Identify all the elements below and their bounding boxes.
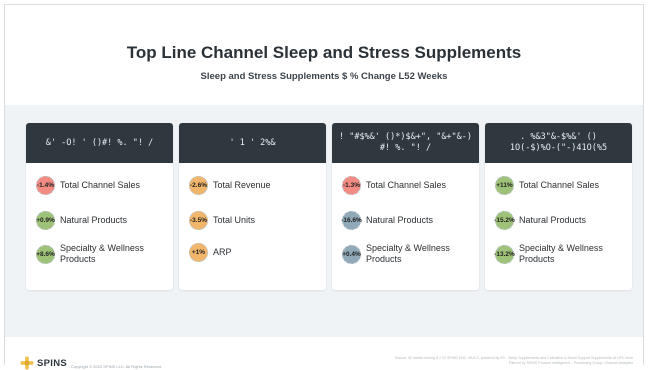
change-badge: +0.9% <box>36 211 55 230</box>
metric-row: -3.5% Total Units <box>189 211 322 230</box>
footer: SPINS Copyright © 2022 SPINS LLC. All Ri… <box>5 337 643 370</box>
channel-card-3: ! "#$%&' ()*)$&+", "&+"&-) #! %. "! / -1… <box>332 123 479 290</box>
slide: Top Line Channel Sleep and Stress Supple… <box>4 4 644 370</box>
channel-card-2: ' 1 ' 2%& -2.6% Total Revenue -3.5% Tota… <box>179 123 326 290</box>
metric-row: +0.4% Specialty & Wellness Products <box>342 243 475 265</box>
metric-label: Natural Products <box>366 215 434 225</box>
change-badge: +11% <box>495 176 514 195</box>
metric-row: +8.6% Specialty & Wellness Products <box>36 243 169 265</box>
change-badge: -1.4% <box>36 176 55 195</box>
change-badge: -3.5% <box>189 211 208 230</box>
spins-logo: SPINS <box>20 356 67 370</box>
metric-label: Total Channel Sales <box>519 180 600 190</box>
metric-row: +1% ARP <box>189 243 322 262</box>
content-band: &' -O! ' ()#! %. "! / -1.4% Total Channe… <box>5 105 643 337</box>
change-badge: +0.4% <box>342 244 361 264</box>
metric-label: Specialty & Wellness Products <box>519 243 603 264</box>
change-badge: -16.6% <box>341 211 362 230</box>
card-header: ' 1 ' 2%& <box>179 123 326 163</box>
metric-label: Specialty & Wellness Products <box>60 243 144 264</box>
card-header: . %&3"&-$%&' () 1O(-$)%O-("-)41O(%5 <box>485 123 632 163</box>
metric-row: -1.3% Total Channel Sales <box>342 176 475 195</box>
metric-label: Specialty & Wellness Products <box>366 243 450 264</box>
title-band: Top Line Channel Sleep and Stress Supple… <box>5 5 643 105</box>
metric-row: +0.9% Natural Products <box>36 211 169 230</box>
spins-logo-icon <box>20 356 34 370</box>
metric-row: -15.2% Natural Products <box>494 211 628 230</box>
metric-row: -2.6% Total Revenue <box>189 176 322 195</box>
logo-text: SPINS <box>37 357 68 369</box>
metric-label: Total Channel Sales <box>60 180 141 190</box>
channel-card-4: . %&3"&-$%&' () 1O(-$)%O-("-)41O(%5 +11%… <box>485 123 632 290</box>
card-header: &' -O! ' ()#! %. "! / <box>26 123 173 163</box>
metric-row: -1.4% Total Channel Sales <box>36 176 169 195</box>
change-badge: -1.3% <box>342 176 361 195</box>
page-subtitle: Sleep and Stress Supplements $ % Change … <box>200 71 448 82</box>
change-badge: +8.6% <box>36 244 55 264</box>
metric-row: -16.6% Natural Products <box>341 211 475 230</box>
page-title: Top Line Channel Sleep and Stress Supple… <box>126 43 522 62</box>
source-line: Filtered by SPINS Product Intelligence –… <box>508 361 633 365</box>
change-badge: -2.6% <box>189 176 208 195</box>
source-note: Source: 52 weeks ending 8.7.22 SPINS ENC… <box>303 356 633 366</box>
metric-row: -13.2% Specialty & Wellness Products <box>494 243 628 265</box>
card-header: ! "#$%&' ()*)$&+", "&+"&-) #! %. "! / <box>332 123 479 163</box>
change-badge: -13.2% <box>494 244 515 264</box>
metric-label: ARP <box>213 247 232 257</box>
copyright-text: Copyright © 2022 SPINS LLC. All Rights R… <box>71 364 162 369</box>
metric-label: Natural Products <box>60 215 128 225</box>
metric-row: +11% Total Channel Sales <box>495 176 628 195</box>
change-badge: +1% <box>189 243 208 262</box>
metric-label: Natural Products <box>519 215 587 225</box>
channel-card-1: &' -O! ' ()#! %. "! / -1.4% Total Channe… <box>26 123 173 290</box>
metric-label: Total Units <box>213 215 256 225</box>
change-badge: -15.2% <box>494 211 515 230</box>
metric-label: Total Revenue <box>213 180 271 190</box>
metric-label: Total Channel Sales <box>366 180 447 190</box>
